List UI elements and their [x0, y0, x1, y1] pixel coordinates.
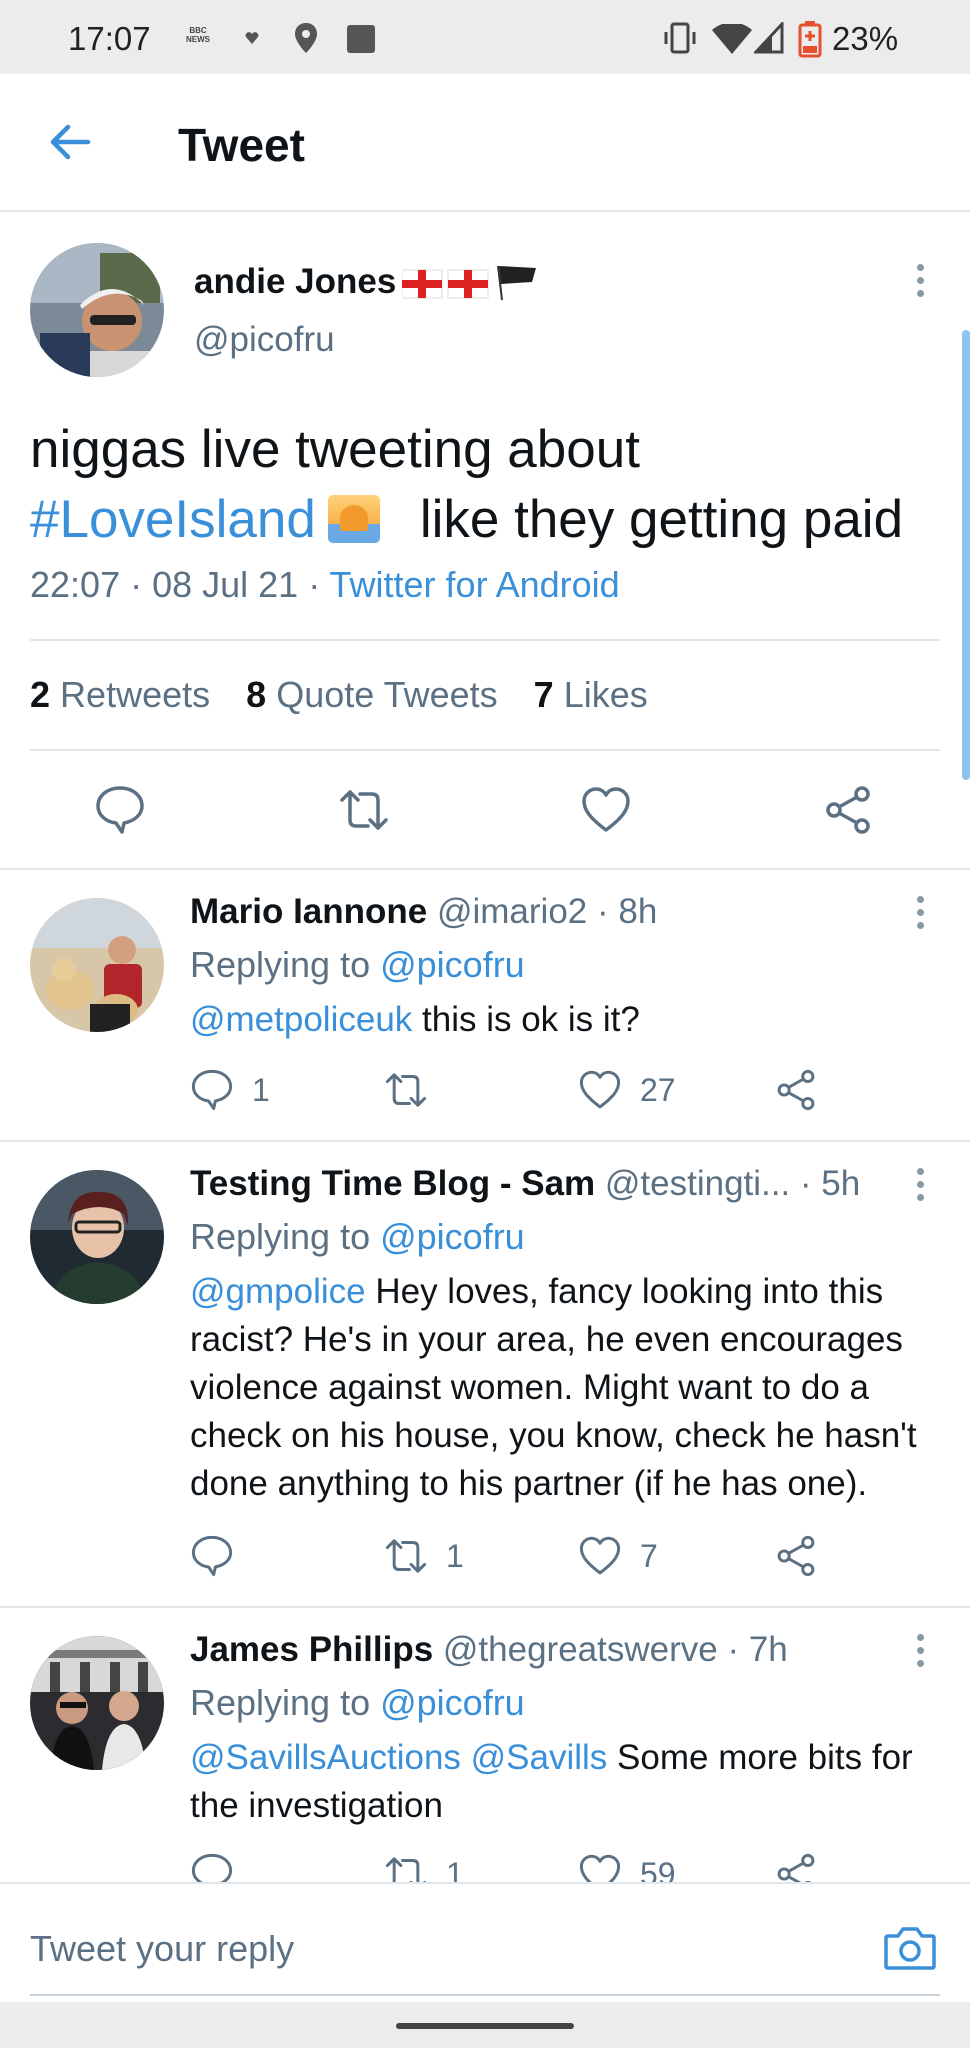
arrow-left-icon[interactable]: [44, 116, 96, 168]
share-button[interactable]: [774, 1068, 818, 1112]
share-icon: [777, 1535, 815, 1577]
battery-percent: 23%: [832, 20, 899, 57]
retweet-icon: [385, 1539, 427, 1573]
camera-icon[interactable]: [882, 1920, 938, 1976]
author-handle[interactable]: @picofru: [194, 320, 335, 360]
news-icon: BBC NEWS: [186, 26, 210, 44]
sunset-emoji-icon: [327, 495, 380, 543]
heart-small-icon: [245, 32, 259, 44]
reply-avatar[interactable]: [30, 1170, 164, 1304]
reply-button[interactable]: 1: [190, 1068, 290, 1112]
retweet-icon: [385, 1073, 427, 1107]
cell-signal-icon: [754, 22, 784, 54]
reply-author[interactable]: James Phillips @thegreatswerve · 7h: [190, 1630, 788, 1670]
replying-to-link[interactable]: @picofru: [380, 944, 525, 985]
retweets-stat[interactable]: 2 Retweets: [30, 674, 210, 715]
battery-icon: [798, 21, 822, 58]
like-button[interactable]: 7: [578, 1534, 698, 1578]
heart-icon: [579, 1070, 621, 1109]
tweet-text: niggas live tweeting about #LoveIsland li…: [30, 420, 904, 549]
top-app-bar: Tweet: [0, 74, 970, 212]
status-bar: 17:07 BBC NEWS 23%: [0, 0, 970, 74]
reply-text: @gmpolice Hey loves, fancy looking into …: [190, 1272, 917, 1503]
hashtag-link[interactable]: #LoveIsland: [30, 490, 316, 549]
location-pin-icon: [295, 23, 317, 53]
flags-icon: [402, 265, 536, 301]
reply-composer: Tweet your reply: [0, 1882, 970, 2002]
tweet-source-link[interactable]: Twitter for Android: [330, 564, 620, 605]
replying-to: Replying to @picofru: [190, 1216, 525, 1257]
scrollbar[interactable]: [962, 330, 970, 780]
likes-stat[interactable]: 7 Likes: [534, 674, 648, 715]
divider: [0, 1606, 970, 1608]
more-vertical-icon[interactable]: [912, 1634, 928, 1674]
divider: [0, 868, 970, 870]
divider: [30, 749, 940, 751]
reply-button[interactable]: [190, 1534, 290, 1578]
replying-to-link[interactable]: @picofru: [380, 1682, 525, 1723]
reply-text: @SavillsAuctions @Savills Some more bits…: [190, 1738, 913, 1825]
share-icon[interactable]: [822, 784, 874, 836]
share-icon: [777, 1069, 815, 1111]
replying-to: Replying to @picofru: [190, 1682, 525, 1723]
retweet-icon[interactable]: [338, 784, 390, 836]
more-vertical-icon[interactable]: [912, 896, 928, 936]
author-name[interactable]: andie Jones: [194, 262, 396, 302]
vibrate-icon: [664, 22, 696, 54]
stop-square-icon: [347, 25, 375, 53]
speech-bubble-icon: [191, 1069, 233, 1111]
quote-tweets-stat[interactable]: 8 Quote Tweets: [246, 674, 498, 715]
more-vertical-icon[interactable]: [912, 264, 928, 304]
share-button[interactable]: [774, 1534, 818, 1578]
mention-link[interactable]: @metpoliceuk: [190, 1000, 412, 1039]
wifi-icon: [712, 24, 752, 54]
tweet-meta: 22:07 · 08 Jul 21 · Twitter for Android: [30, 564, 620, 606]
mention-link[interactable]: @gmpolice: [190, 1272, 366, 1311]
reply-author[interactable]: Mario Iannone @imario2 · 8h: [190, 892, 657, 932]
replying-to: Replying to @picofru: [190, 944, 525, 985]
reply-avatar[interactable]: [30, 1636, 164, 1770]
heart-icon: [579, 1536, 621, 1575]
system-nav-bar: [0, 2002, 970, 2048]
author-avatar[interactable]: [30, 243, 164, 377]
page-title: Tweet: [178, 119, 305, 171]
reply-input-underline: [30, 1994, 940, 1996]
divider: [0, 1140, 970, 1142]
reply-input[interactable]: Tweet your reply: [30, 1928, 294, 1970]
tweet-timestamp: 22:07 · 08 Jul 21 ·: [30, 564, 330, 605]
mention-link[interactable]: @SavillsAuctions @Savills: [190, 1738, 607, 1777]
like-button[interactable]: 27: [578, 1068, 698, 1112]
heart-icon[interactable]: [580, 784, 632, 836]
reply-avatar[interactable]: [30, 898, 164, 1032]
divider: [30, 639, 940, 641]
reply-text: @metpoliceuk this is ok is it?: [190, 1000, 640, 1039]
replying-to-link[interactable]: @picofru: [380, 1216, 525, 1257]
reply-author[interactable]: Testing Time Blog - Sam @testingti... · …: [190, 1164, 860, 1204]
speech-bubble-icon: [191, 1535, 233, 1577]
home-gesture-handle[interactable]: [396, 2023, 574, 2029]
retweet-button[interactable]: [384, 1068, 484, 1112]
status-time: 17:07: [68, 20, 151, 57]
tweet-stats: 2 Retweets 8 Quote Tweets 7 Likes: [30, 674, 648, 716]
retweet-button[interactable]: 1: [384, 1534, 484, 1578]
more-vertical-icon[interactable]: [912, 1168, 928, 1208]
speech-bubble-icon[interactable]: [94, 784, 146, 836]
